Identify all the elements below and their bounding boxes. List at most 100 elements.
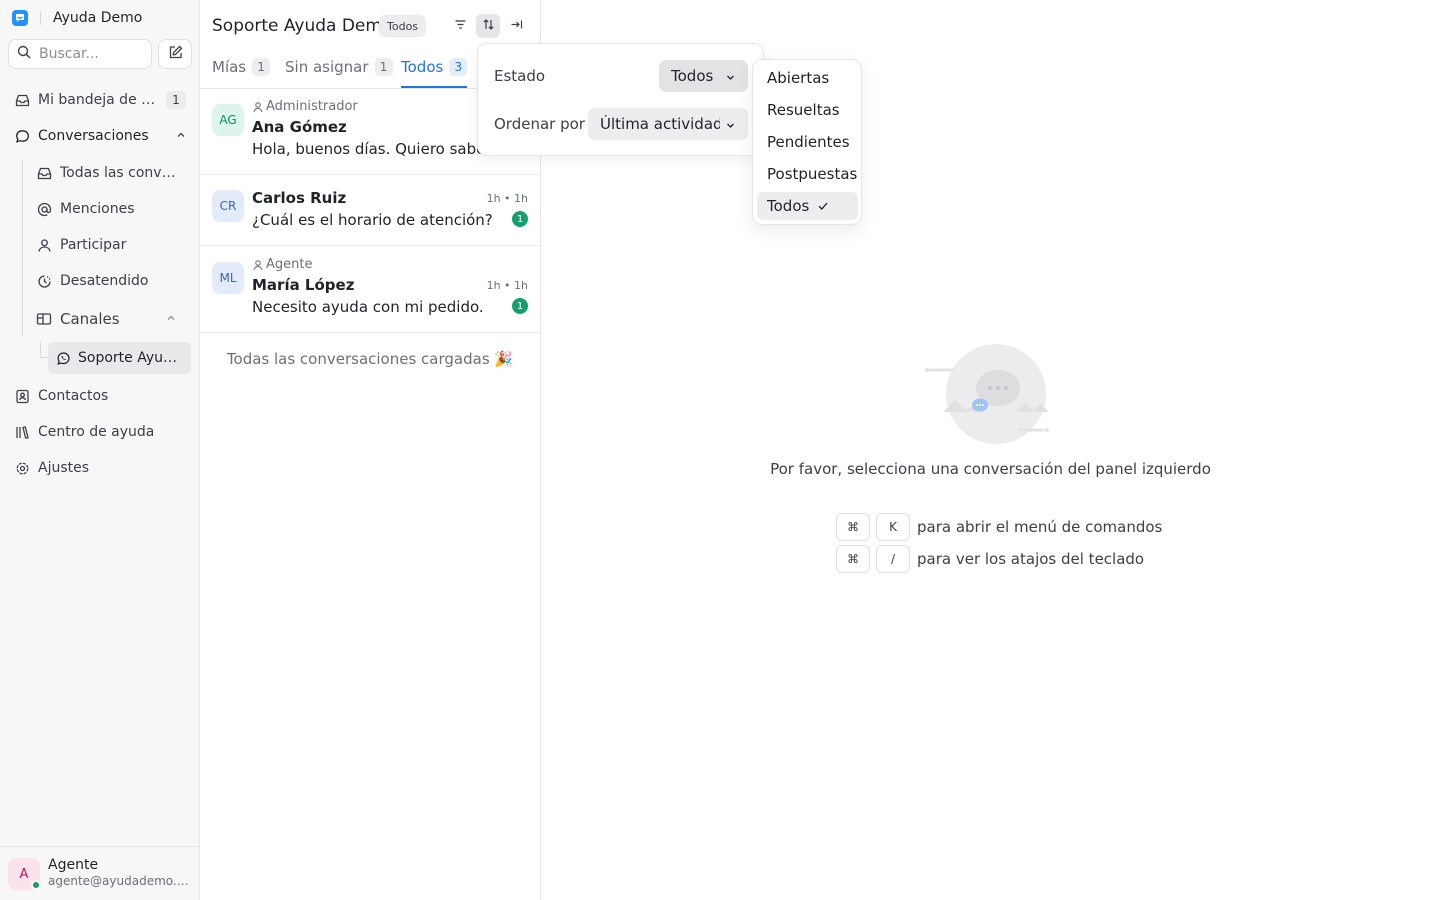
- contact-name: María López: [252, 276, 355, 294]
- search-box[interactable]: [8, 39, 152, 69]
- sidebar-item-label: Mi bandeja de entrada: [38, 92, 162, 108]
- sort-button[interactable]: [476, 14, 500, 38]
- person-icon: [253, 101, 263, 112]
- sidebar-item-inbox[interactable]: Mi bandeja de entrada 1: [8, 86, 186, 114]
- contact-card-icon: [14, 388, 30, 404]
- sidebar-item-participating[interactable]: Participar: [30, 231, 190, 259]
- tab-label: Todos: [401, 58, 444, 76]
- empty-conversation-illustration: [925, 342, 1055, 446]
- inbox-icon: [14, 92, 30, 108]
- sidebar-item-label: Centro de ayuda: [38, 424, 155, 440]
- unread-badge: 1: [512, 298, 528, 314]
- current-user[interactable]: A Agente agente@ayudademo.com: [0, 846, 199, 900]
- brand-name: Ayuda Demo: [53, 10, 143, 26]
- option-label: Postpuestas: [767, 165, 858, 183]
- message-preview: Necesito ayuda con mi pedido.: [252, 298, 484, 316]
- assignee-name: Agente: [266, 257, 313, 272]
- status-label: Estado: [494, 67, 546, 85]
- inbox-count-badge: 1: [166, 91, 186, 109]
- sort-arrows-icon: [482, 18, 495, 35]
- sidebar-item-label: Canales: [60, 310, 120, 328]
- status-option-resueltas[interactable]: Resueltas: [757, 96, 858, 124]
- avatar: CR: [212, 190, 244, 222]
- conversation-item[interactable]: CR Carlos Ruiz ¿Cuál es el horario de at…: [200, 175, 540, 246]
- tree-guide-line: [40, 342, 41, 358]
- option-label: Pendientes: [767, 133, 850, 151]
- sidebar-item-channels[interactable]: Canales: [30, 305, 184, 333]
- assignee-name: Administrador: [266, 99, 358, 114]
- option-label: Resueltas: [767, 101, 840, 119]
- sort-label: Ordenar por: [494, 115, 585, 133]
- pencil-square-icon: [168, 45, 183, 64]
- sidebar-item-channel-soporte[interactable]: Soporte Ayuda Demo: [48, 342, 191, 374]
- at-icon: [36, 201, 52, 217]
- channels-icon: [36, 311, 52, 327]
- search-input[interactable]: [39, 46, 149, 62]
- status-select[interactable]: Todos: [659, 60, 748, 92]
- status-option-pendientes[interactable]: Pendientes: [757, 128, 858, 156]
- sidebar-item-help-center[interactable]: Centro de ayuda: [8, 418, 192, 446]
- sidebar-item-label: Conversaciones: [38, 128, 149, 144]
- status-option-todos[interactable]: Todos: [757, 192, 858, 220]
- user-name: Agente: [48, 857, 99, 873]
- sidebar-item-all-conversations[interactable]: Todas las conversaciones: [30, 159, 190, 187]
- shortcut-description: para abrir el menú de comandos: [917, 518, 1163, 536]
- shortcut-key: /: [876, 545, 910, 573]
- shortcut-keyboard-help: ⌘ / para ver los atajos del teclado: [836, 545, 1144, 573]
- filter-button[interactable]: [448, 14, 472, 38]
- chevron-up-icon[interactable]: [166, 311, 176, 327]
- filter-icon: [454, 18, 467, 35]
- sidebar-item-label: Desatendido: [60, 273, 149, 289]
- tab-mine[interactable]: Mías 1: [212, 58, 271, 88]
- option-label: Todos: [767, 197, 810, 215]
- sidebar-item-label: Ajustes: [38, 460, 90, 476]
- clock-icon: [36, 273, 52, 289]
- shortcut-key: K: [876, 513, 910, 541]
- tab-count: 1: [252, 58, 271, 76]
- compose-button[interactable]: [158, 39, 192, 69]
- inbox-icon: [36, 165, 52, 181]
- status-select-value: Todos: [671, 67, 714, 85]
- sidebar-item-settings[interactable]: Ajustes: [8, 454, 192, 482]
- tree-guide-line: [40, 357, 48, 358]
- search-icon: [17, 45, 31, 63]
- gear-icon: [14, 460, 30, 476]
- sidebar: Ayuda Demo Mi bandeja de entrada 1 Conve…: [0, 0, 200, 900]
- brand[interactable]: Ayuda Demo: [12, 9, 142, 27]
- sort-select[interactable]: Última actividad...: [588, 108, 748, 140]
- conversation-assignee: Administrador: [252, 99, 358, 114]
- avatar: ML: [212, 262, 244, 294]
- person-icon: [36, 237, 52, 253]
- person-icon: [253, 259, 263, 270]
- tree-guide-line: [22, 160, 23, 336]
- tab-count: 3: [449, 58, 468, 76]
- empty-state-message: Por favor, selecciona una conversación d…: [770, 460, 1211, 478]
- tab-all[interactable]: Todos 3: [401, 58, 468, 88]
- conversation-time: 1h • 1h: [486, 279, 528, 292]
- conversation-item[interactable]: ML Agente María López Necesito ayuda con…: [200, 246, 540, 333]
- chevron-up-icon[interactable]: [176, 128, 186, 144]
- sort-filter-popover: Estado Todos Ordenar por Última activida…: [477, 43, 764, 156]
- sidebar-item-mentions[interactable]: Menciones: [30, 195, 190, 223]
- sidebar-item-conversations[interactable]: Conversaciones: [8, 122, 192, 150]
- conversation-time: 1h • 1h: [486, 192, 528, 205]
- contact-name: Carlos Ruiz: [252, 189, 347, 207]
- status-option-abiertas[interactable]: Abiertas: [757, 64, 858, 92]
- collapse-panel-button[interactable]: [504, 14, 528, 38]
- tab-unassigned[interactable]: Sin asignar 1: [285, 58, 393, 88]
- sidebar-item-unattended[interactable]: Desatendido: [30, 267, 190, 295]
- whatsapp-icon: [56, 351, 70, 365]
- conversation-assignee: Agente: [252, 257, 312, 272]
- sort-select-value: Última actividad...: [600, 115, 720, 133]
- shortcut-description: para ver los atajos del teclado: [917, 550, 1145, 568]
- sidebar-item-label: Todas las conversaciones: [60, 165, 184, 181]
- sidebar-item-label: Soporte Ayuda Demo: [78, 350, 182, 366]
- all-loaded-message: Todas las conversaciones cargadas 🎉: [226, 350, 514, 368]
- status-option-postpuestas[interactable]: Postpuestas: [757, 160, 858, 188]
- shortcut-command-menu: ⌘ K para abrir el menú de comandos: [836, 513, 1162, 541]
- sidebar-item-label: Menciones: [60, 201, 135, 217]
- online-status-dot: [31, 880, 41, 890]
- tab-count: 1: [374, 58, 393, 76]
- sidebar-item-contacts[interactable]: Contactos: [8, 382, 192, 410]
- tab-label: Sin asignar: [285, 58, 369, 76]
